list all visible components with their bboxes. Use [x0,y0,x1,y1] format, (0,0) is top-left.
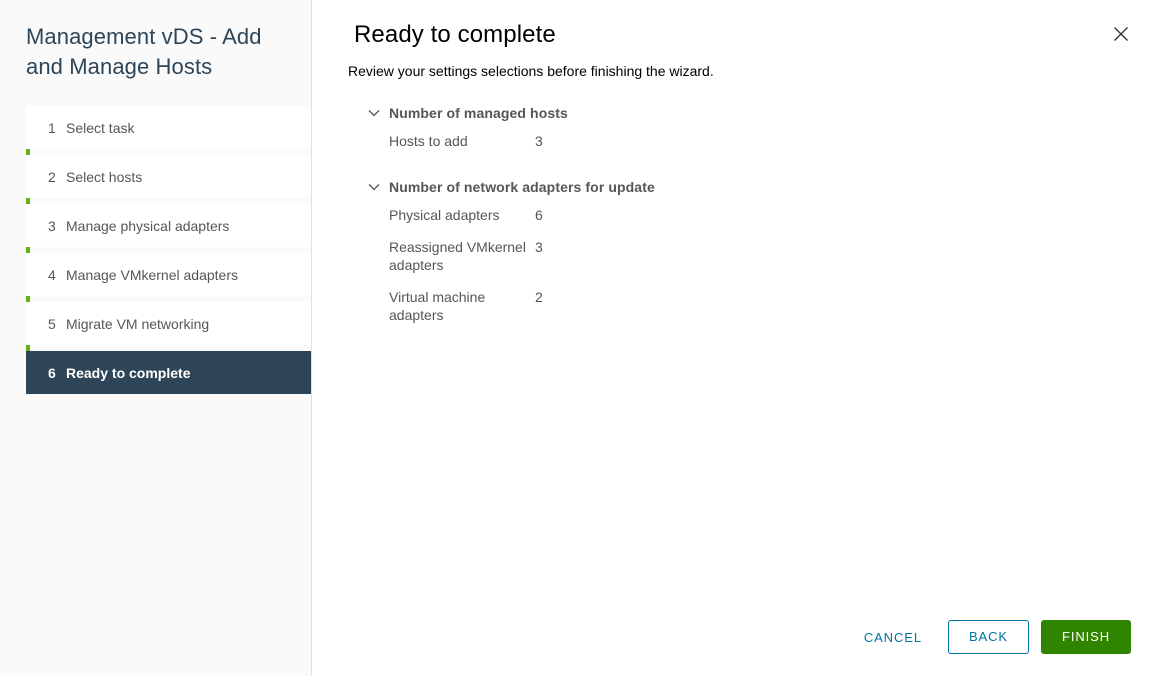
step-label: Select hosts [66,168,143,185]
wizard-sidebar: Management vDS - Add and Manage Hosts 1 … [0,0,312,676]
summary-row-label: Physical adapters [389,207,500,223]
summary-row-label: Reassigned VMkernel adapters [389,239,526,273]
section-toggle-managed-hosts[interactable]: Number of managed hosts [366,102,1129,124]
summary-row-value: 6 [535,207,543,223]
step-label: Ready to complete [66,364,191,381]
step-number: 2 [48,168,56,185]
summary-list: Number of managed hosts Hosts to add 3 N… [344,102,1129,324]
step-number: 3 [48,217,56,234]
summary-row: Virtual machine adapters 2 [389,288,1129,324]
step-number: 6 [48,364,56,381]
back-button[interactable]: BACK [947,620,1029,654]
step-label: Manage VMkernel adapters [66,266,238,283]
sidebar-step-3[interactable]: 3 Manage physical adapters [26,204,311,247]
sidebar-step-4[interactable]: 4 Manage VMkernel adapters [26,253,311,296]
summary-row: Physical adapters 6 [389,206,1129,224]
summary-section-managed-hosts: Number of managed hosts Hosts to add 3 [366,102,1129,150]
step-number: 1 [48,119,56,136]
summary-row-label: Virtual machine adapters [389,289,486,323]
step-number: 5 [48,315,56,332]
chevron-down-icon [366,105,382,121]
page-subtitle: Review your settings selections before f… [348,63,714,79]
chevron-down-icon [366,179,382,195]
summary-row-value: 3 [535,239,543,255]
close-icon[interactable] [1107,20,1135,48]
summary-row: Reassigned VMkernel adapters 3 [389,238,1129,274]
section-rows: Physical adapters 6 Reassigned VMkernel … [366,198,1129,324]
section-toggle-network-adapters[interactable]: Number of network adapters for update [366,176,1129,198]
summary-section-network-adapters: Number of network adapters for update Ph… [366,176,1129,324]
sidebar-step-6[interactable]: 6 Ready to complete [26,351,311,394]
sidebar-step-2[interactable]: 2 Select hosts [26,155,311,198]
step-number: 4 [48,266,56,283]
sidebar-step-1[interactable]: 1 Select task [26,106,311,149]
summary-row: Hosts to add 3 [389,132,1129,150]
section-title: Number of network adapters for update [389,179,655,195]
page-title: Ready to complete [354,21,556,48]
add-and-manage-hosts-wizard: Management vDS - Add and Manage Hosts 1 … [0,0,1153,676]
finish-button[interactable]: FINISH [1040,620,1131,654]
wizard-step-nav: 1 Select task 2 Select hosts 3 Manage ph… [0,106,311,394]
sidebar-step-5[interactable]: 5 Migrate VM networking [26,302,311,345]
step-label: Migrate VM networking [66,315,210,332]
summary-row-label: Hosts to add [389,133,468,149]
cancel-button[interactable]: CANCEL [850,620,936,654]
section-title: Number of managed hosts [389,105,568,121]
section-rows: Hosts to add 3 [366,124,1129,150]
summary-row-value: 3 [535,133,543,149]
wizard-content: Ready to complete Review your settings s… [312,0,1153,676]
wizard-title: Management vDS - Add and Manage Hosts [26,24,262,79]
summary-row-value: 2 [535,289,543,305]
step-label: Manage physical adapters [66,217,230,234]
step-label: Select task [66,119,135,136]
wizard-footer: CANCEL BACK FINISH [850,620,1131,654]
